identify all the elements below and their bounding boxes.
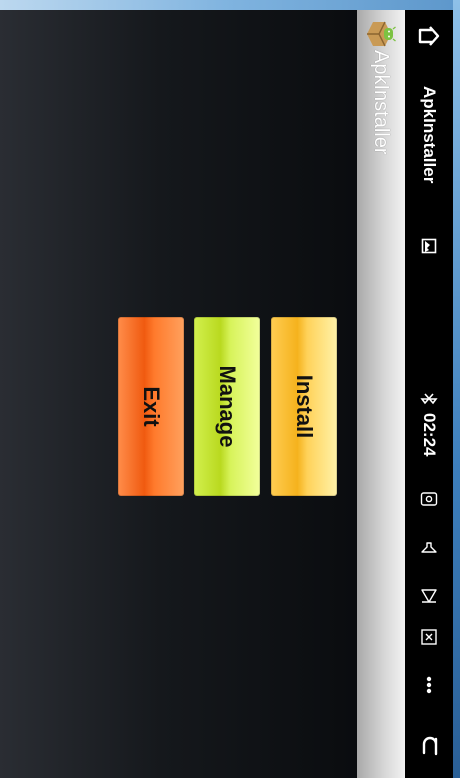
exit-button[interactable]: Exit [118,317,184,496]
close-box-icon[interactable] [413,626,445,648]
install-button[interactable]: Install [271,317,337,496]
main-content: Install Manage Exit [0,10,357,778]
manage-button[interactable]: Manage [194,317,260,496]
desktop-background-edge [453,0,460,778]
install-button-label: Install [292,374,317,439]
status-bar: ApkInstaller 02:24 [405,10,453,778]
exit-button-label: Exit [139,386,164,427]
manage-button-label: Manage [215,365,240,448]
bluetooth-icon [413,390,445,408]
android-package-icon [365,18,397,50]
forward-icon[interactable] [413,585,445,607]
volume-icon[interactable] [413,538,445,560]
screenshot-icon[interactable] [413,488,445,510]
action-bar-title: ApkInstaller [370,50,392,155]
back-icon[interactable] [413,730,445,762]
desktop-background-top [0,0,460,10]
status-app-title: ApkInstaller [420,86,439,184]
rotated-landscape-view: ApkInstaller 02:24 ApkInstaller Install … [0,10,453,778]
screen: ApkInstaller 02:24 ApkInstaller Install … [0,0,460,778]
android-device-screen: ApkInstaller 02:24 ApkInstaller Install … [0,10,453,778]
action-bar: ApkInstaller [357,10,405,778]
home-icon[interactable] [413,20,445,52]
status-time: 02:24 [420,413,439,457]
picture-notification-icon [413,236,445,256]
more-icon[interactable] [413,674,445,696]
